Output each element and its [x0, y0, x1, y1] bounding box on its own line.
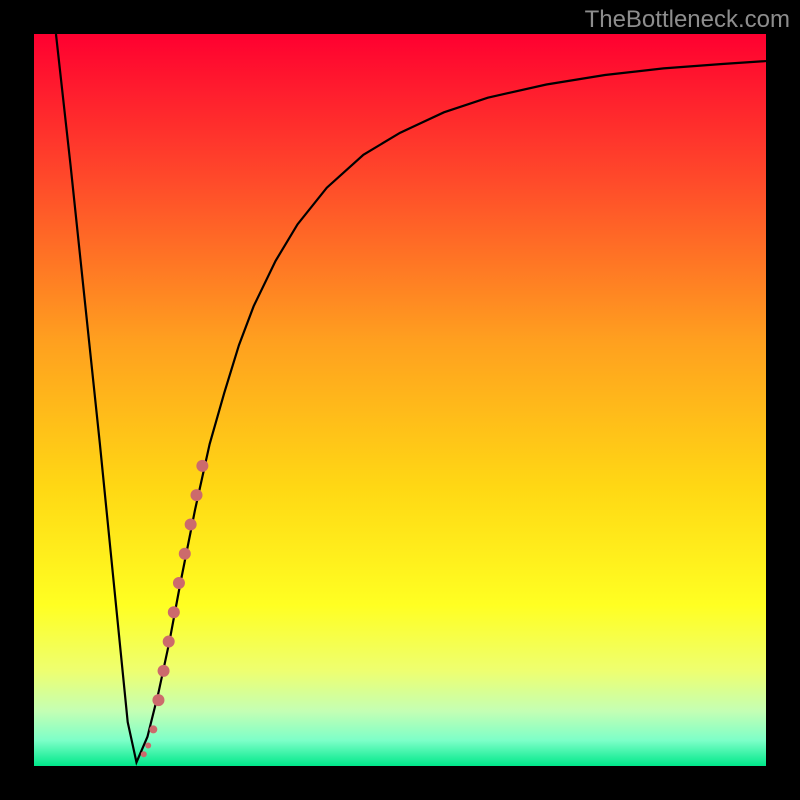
marker-dot — [185, 518, 197, 530]
marker-dot — [168, 606, 180, 618]
marker-dot — [158, 665, 170, 677]
watermark-text: TheBottleneck.com — [585, 6, 790, 34]
marker-dot — [196, 460, 208, 472]
marker-dot — [163, 636, 175, 648]
marker-dot — [173, 577, 185, 589]
marker-dot — [145, 743, 151, 749]
marker-dot — [149, 725, 157, 733]
gradient-background — [34, 34, 766, 766]
marker-dot — [191, 489, 203, 501]
marker-dot — [141, 751, 147, 757]
chart-frame: TheBottleneck.com — [0, 0, 800, 800]
plot-area — [34, 34, 766, 766]
chart-svg — [34, 34, 766, 766]
marker-dot — [179, 548, 191, 560]
marker-dot — [152, 694, 164, 706]
